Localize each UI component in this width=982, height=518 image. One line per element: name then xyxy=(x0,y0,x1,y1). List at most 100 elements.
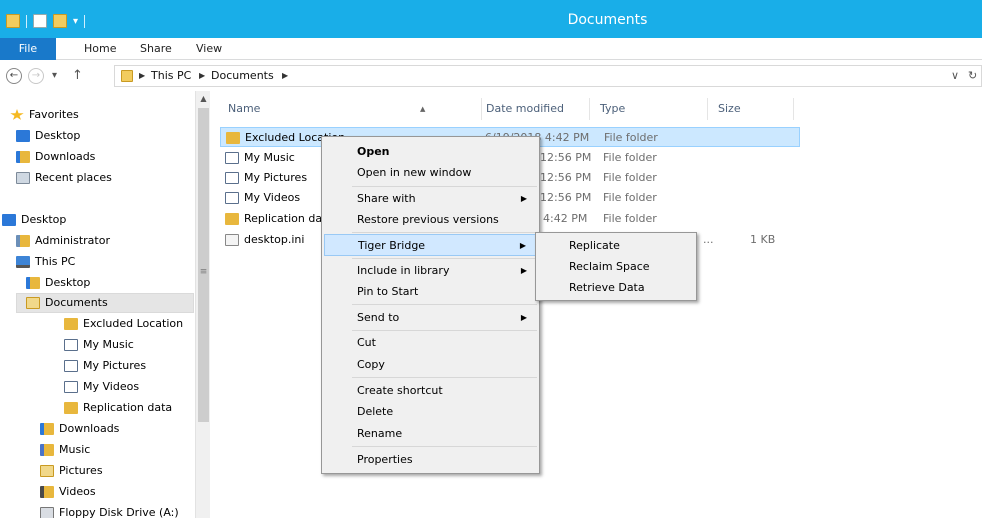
nav-item-this-pc-desktop[interactable]: Desktop xyxy=(26,273,90,293)
back-button[interactable]: ← xyxy=(6,68,22,84)
forward-button[interactable]: → xyxy=(28,68,44,84)
submenu-arrow-icon: ▶ xyxy=(519,241,526,250)
nav-item-recent-places[interactable]: Recent places xyxy=(16,168,112,188)
tab-share[interactable]: Share xyxy=(140,38,172,60)
scroll-thumb[interactable]: ≡ xyxy=(198,108,209,422)
breadcrumb-this-pc[interactable]: This PC xyxy=(151,69,191,83)
column-header-size[interactable]: Size xyxy=(710,98,794,120)
context-menu: Open Open in new window Share with ▶ Rest… xyxy=(321,136,540,474)
refresh-icon[interactable]: ↻ xyxy=(968,69,977,83)
address-dropdown-icon[interactable]: ∨ xyxy=(951,69,959,83)
menu-separator xyxy=(352,258,537,259)
nav-item-downloads-pc[interactable]: Downloads xyxy=(40,419,119,439)
scroll-up-icon[interactable]: ▲ xyxy=(196,91,211,106)
folder-icon xyxy=(64,318,78,330)
recent-places-icon xyxy=(16,172,30,184)
downloads-folder-icon xyxy=(16,151,30,163)
title-bar: ▾ Documents xyxy=(0,0,982,38)
nav-item-desktop-root[interactable]: Desktop xyxy=(2,210,66,230)
menu-item-tiger-bridge[interactable]: Tiger Bridge ▶ xyxy=(324,234,537,256)
shortcut-icon xyxy=(64,360,78,372)
recent-locations-button[interactable]: ▾ xyxy=(52,68,57,84)
settings-file-icon xyxy=(225,234,239,246)
folder-icon xyxy=(225,213,239,225)
menu-item-open-in-new-window[interactable]: Open in new window xyxy=(324,162,537,184)
tab-file[interactable]: File xyxy=(0,38,56,60)
shortcut-icon xyxy=(64,381,78,393)
address-row: ← → ▾ ↑ ▶ This PC ▶ Documents ▶ ∨ ↻ xyxy=(0,61,982,91)
submenu-arrow-icon: ▶ xyxy=(520,194,527,203)
tiger-bridge-submenu: Replicate Reclaim Space Retrieve Data xyxy=(535,232,697,301)
shortcut-icon xyxy=(225,152,239,164)
nav-item-my-music[interactable]: My Music xyxy=(64,335,134,355)
menu-item-rename[interactable]: Rename xyxy=(324,423,537,445)
column-header-date-modified[interactable]: Date modified xyxy=(478,98,590,120)
menu-item-include-in-library[interactable]: Include in library ▶ xyxy=(324,260,537,282)
scroll-grip-icon: ≡ xyxy=(199,267,208,277)
nav-item-downloads[interactable]: Downloads xyxy=(16,147,95,167)
nav-item-my-videos[interactable]: My Videos xyxy=(64,377,139,397)
nav-item-my-pictures[interactable]: My Pictures xyxy=(64,356,146,376)
up-button[interactable]: ↑ xyxy=(72,68,83,84)
menu-item-replicate[interactable]: Replicate xyxy=(538,235,694,257)
breadcrumb-separator[interactable]: ▶ xyxy=(199,69,205,83)
navigation-pane: Favorites Desktop Downloads Recent place… xyxy=(0,91,210,518)
menu-item-send-to[interactable]: Send to ▶ xyxy=(324,307,537,329)
tab-view[interactable]: View xyxy=(196,38,222,60)
folder-icon xyxy=(64,402,78,414)
desktop-icon xyxy=(16,130,30,142)
nav-item-music[interactable]: Music xyxy=(40,440,90,460)
menu-item-open[interactable]: Open xyxy=(324,141,537,163)
menu-item-retrieve-data[interactable]: Retrieve Data xyxy=(538,277,694,299)
shortcut-icon xyxy=(225,192,239,204)
menu-item-reclaim-space[interactable]: Reclaim Space xyxy=(538,256,694,278)
desktop-folder-icon xyxy=(26,277,40,289)
menu-separator xyxy=(352,232,537,233)
nav-item-favorites[interactable]: Favorites xyxy=(10,105,79,125)
nav-item-documents[interactable]: Documents xyxy=(16,293,194,313)
music-folder-icon xyxy=(40,444,54,456)
sort-ascending-icon: ▲ xyxy=(420,105,426,113)
floppy-drive-icon xyxy=(40,507,54,518)
menu-separator xyxy=(352,330,537,331)
user-folder-icon xyxy=(16,235,30,247)
documents-folder-icon xyxy=(26,297,40,309)
nav-item-pictures[interactable]: Pictures xyxy=(40,461,103,481)
menu-item-cut[interactable]: Cut xyxy=(324,332,537,354)
breadcrumb-separator[interactable]: ▶ xyxy=(282,69,288,83)
nav-item-excluded-location[interactable]: Excluded Location xyxy=(64,314,183,334)
shortcut-icon xyxy=(225,172,239,184)
star-icon xyxy=(10,109,24,120)
menu-item-share-with[interactable]: Share with ▶ xyxy=(324,188,537,210)
breadcrumb-separator[interactable]: ▶ xyxy=(139,69,145,83)
nav-item-videos[interactable]: Videos xyxy=(40,482,96,502)
tab-home[interactable]: Home xyxy=(84,38,116,60)
menu-item-copy[interactable]: Copy xyxy=(324,354,537,376)
column-header-name[interactable]: Name ▲ xyxy=(220,98,482,120)
menu-item-pin-to-start[interactable]: Pin to Start xyxy=(324,281,537,303)
address-bar[interactable]: ▶ This PC ▶ Documents ▶ ∨ ↻ xyxy=(114,65,982,87)
ribbon-tabs: File Home Share View xyxy=(0,38,982,60)
shortcut-icon xyxy=(64,339,78,351)
column-header-type[interactable]: Type xyxy=(592,98,708,120)
folder-icon xyxy=(121,70,133,82)
pictures-folder-icon xyxy=(40,465,54,477)
computer-icon xyxy=(16,256,30,268)
nav-item-this-pc[interactable]: This PC xyxy=(16,252,75,272)
menu-item-delete[interactable]: Delete xyxy=(324,401,537,423)
menu-item-restore-previous-versions[interactable]: Restore previous versions xyxy=(324,209,537,231)
breadcrumb-documents[interactable]: Documents xyxy=(211,69,274,83)
nav-pane-scrollbar[interactable]: ▲ ≡ xyxy=(195,91,210,518)
nav-item-floppy-disk-drive[interactable]: Floppy Disk Drive (A:) xyxy=(40,503,179,518)
menu-item-create-shortcut[interactable]: Create shortcut xyxy=(324,380,537,402)
submenu-arrow-icon: ▶ xyxy=(520,266,527,275)
nav-item-desktop[interactable]: Desktop xyxy=(16,126,80,146)
nav-item-replication-data[interactable]: Replication data xyxy=(64,398,172,418)
window-title: Documents xyxy=(567,12,648,28)
menu-separator xyxy=(352,186,537,187)
submenu-arrow-icon: ▶ xyxy=(520,313,527,322)
desktop-icon xyxy=(2,214,16,226)
nav-item-administrator[interactable]: Administrator xyxy=(16,231,110,251)
menu-item-properties[interactable]: Properties xyxy=(324,449,537,471)
menu-separator xyxy=(352,304,537,305)
